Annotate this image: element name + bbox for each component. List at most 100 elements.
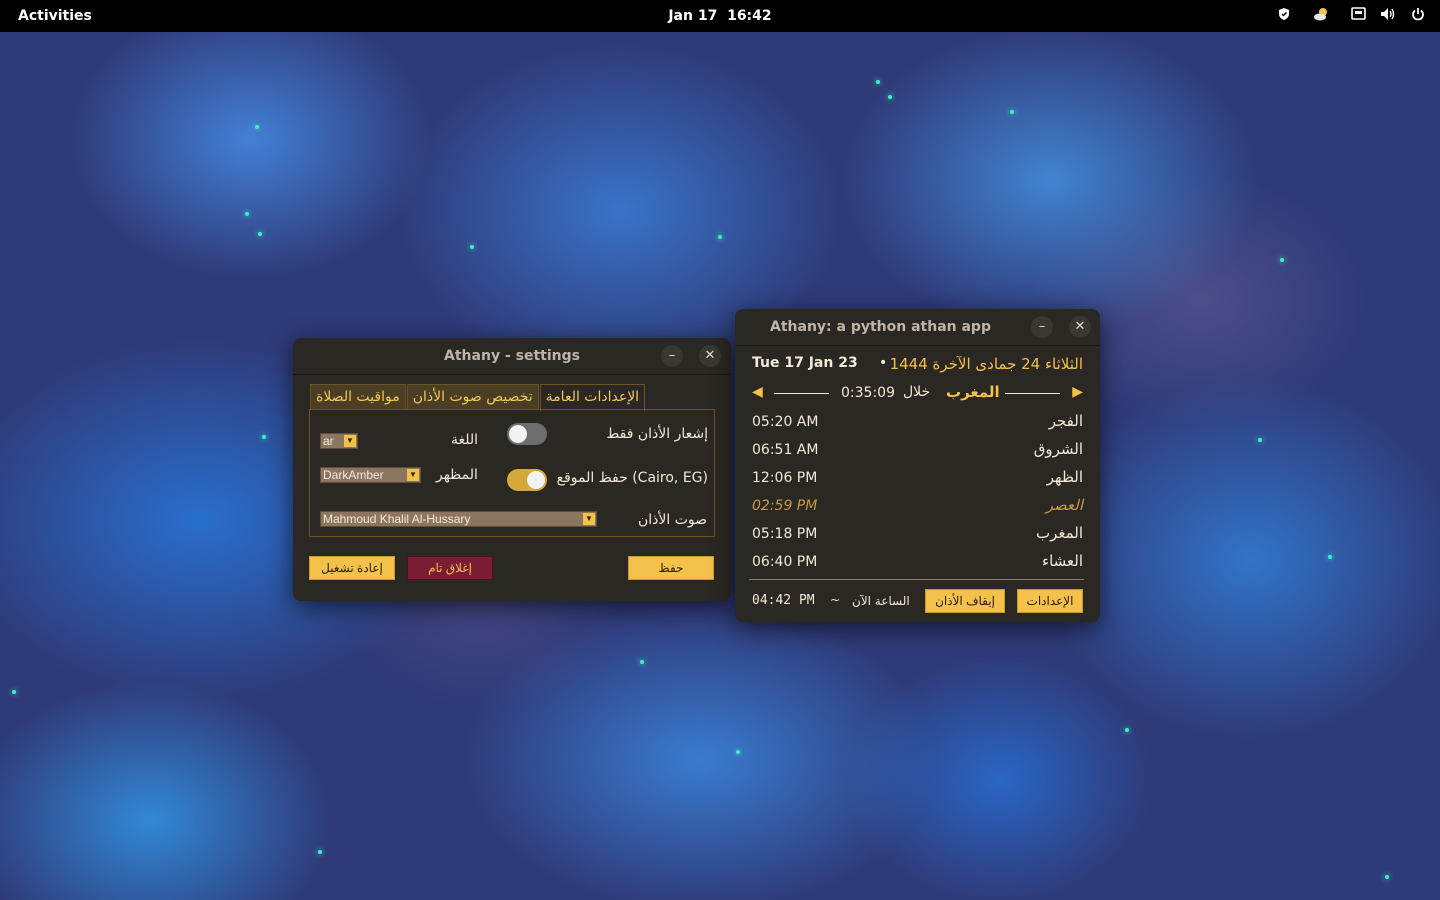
date-row: Tue 17 Jan 23 • الثلاثاء 24 جمادى الآخرة… — [752, 355, 1083, 375]
top-bar: Activities Jan 17 16:42 — [0, 0, 1440, 32]
wallpaper-dot — [1280, 258, 1284, 262]
clock: Jan 17 16:42 — [0, 0, 1440, 32]
athany-main-window: Athany: a python athan app – ✕ Tue 17 Ja… — [735, 309, 1100, 622]
weather-icon[interactable] — [1306, 6, 1336, 26]
stop-athan-button[interactable]: إيقاف الأذان — [925, 589, 1005, 613]
prayer-time: 06:40 PM — [752, 554, 818, 570]
save-location-toggle[interactable] — [507, 469, 547, 491]
save-location-label: حفظ الموقع (Cairo, EG) — [556, 470, 708, 486]
wallpaper-dot — [1385, 875, 1389, 879]
tilde: ~ — [830, 593, 841, 607]
minimize-icon: – — [668, 348, 676, 363]
prayer-row-dhuhr: 12:06 PM الظهر — [752, 466, 1083, 494]
restart-button[interactable]: إعادة تشغيل — [309, 556, 395, 580]
tab-athan-sound[interactable]: تخصيص صوت الأذان — [406, 384, 539, 410]
clock-button[interactable]: Jan 17 16:42 — [668, 8, 771, 24]
wallpaper-dot — [1258, 438, 1262, 442]
language-select[interactable]: ar ▼ — [320, 433, 358, 449]
wallpaper-dot — [1328, 555, 1332, 559]
wallpaper-dot — [876, 80, 880, 84]
prayer-time: 12:06 PM — [752, 470, 818, 486]
prayer-name: الظهر — [1046, 468, 1083, 486]
main-titlebar[interactable]: Athany: a python athan app – ✕ — [735, 309, 1100, 346]
shield-icon[interactable] — [1276, 7, 1292, 25]
athan-sound-label: صوت الأذان — [637, 512, 707, 528]
close-button[interactable]: ✕ — [1069, 316, 1091, 338]
wallpaper-dot — [262, 435, 266, 439]
now-label: الساعة الآن — [852, 594, 910, 608]
settings-button[interactable]: الإعدادات — [1017, 589, 1083, 613]
arrow-left-icon[interactable]: ◀ — [752, 384, 763, 400]
settings-tabs: الإعدادات العامة تخصيص صوت الأذان مواقيت… — [309, 384, 646, 411]
divider-line — [1005, 393, 1060, 394]
prayer-name: العشاء — [1042, 552, 1083, 570]
prayer-row-shuruq: 06:51 AM الشروق — [752, 438, 1083, 466]
settings-titlebar[interactable]: Athany - settings – ✕ — [293, 338, 731, 375]
language-label: اللغة — [451, 432, 479, 448]
arrow-right-icon[interactable]: ▶ — [1072, 384, 1083, 400]
countdown: 0:35:09 — [841, 385, 895, 401]
theme-label: المظهر — [436, 467, 478, 483]
chevron-down-icon: ▼ — [583, 513, 595, 525]
close-icon: ✕ — [1074, 319, 1086, 334]
minimize-button[interactable]: – — [661, 345, 683, 367]
prayer-time: 05:18 PM — [752, 526, 818, 542]
volume-icon[interactable] — [1380, 7, 1396, 25]
settings-window: Athany - settings – ✕ الإعدادات العامة ت… — [293, 338, 731, 601]
theme-value: DarkAmber — [323, 468, 384, 482]
toggle-knob — [527, 471, 545, 489]
tab-general-settings[interactable]: الإعدادات العامة — [539, 384, 646, 411]
tab-prayer-times[interactable]: مواقيت الصلاة — [310, 384, 406, 410]
in-label: خلال — [903, 384, 931, 400]
separator-line — [749, 579, 1084, 580]
network-icon[interactable] — [1350, 7, 1366, 25]
prayer-name: العصر — [1045, 496, 1083, 514]
save-button[interactable]: حفظ — [628, 556, 714, 580]
date-separator: • — [879, 355, 888, 371]
theme-select[interactable]: DarkAmber ▼ — [320, 467, 421, 483]
power-icon[interactable] — [1410, 7, 1426, 25]
wallpaper-dot — [318, 850, 322, 854]
wallpaper-dot — [1010, 110, 1014, 114]
next-prayer-name: المغرب — [946, 383, 1000, 401]
wallpaper-dot — [12, 690, 16, 694]
activities-button[interactable]: Activities — [18, 0, 92, 32]
prayer-name: المغرب — [1035, 524, 1083, 542]
prayer-time: 02:59 PM — [752, 498, 818, 514]
next-prayer-row: ◀ 0:35:09 خلال المغرب ▶ — [752, 383, 1083, 404]
clock-time: 16:42 — [727, 8, 772, 24]
prayer-name: الشروق — [1033, 440, 1083, 458]
gregorian-date: Tue 17 Jan 23 — [752, 355, 858, 371]
main-window-title: Athany: a python athan app — [770, 319, 991, 335]
athan-sound-select[interactable]: Mahmoud Khalil Al-Hussary ▼ — [320, 511, 597, 527]
prayer-time: 06:51 AM — [752, 442, 819, 458]
prayer-time: 05:20 AM — [752, 414, 819, 430]
toggle-knob — [509, 425, 527, 443]
divider-line — [774, 393, 829, 394]
wallpaper-dot — [470, 245, 474, 249]
wallpaper-dot — [1125, 728, 1129, 732]
prayer-row-isha: 06:40 PM العشاء — [752, 550, 1083, 578]
full-close-button[interactable]: إغلاق تام — [407, 556, 493, 580]
athan-sound-value: Mahmoud Khalil Al-Hussary — [323, 512, 471, 526]
minimize-button[interactable]: – — [1031, 316, 1053, 338]
system-tray[interactable] — [1276, 0, 1426, 32]
notify-only-toggle[interactable] — [507, 423, 547, 445]
prayer-times-list: 05:20 AM الفجر 06:51 AM الشروق 12:06 PM … — [752, 410, 1083, 578]
hijri-date: الثلاثاء 24 جمادى الآخرة 1444 — [889, 355, 1083, 373]
minimize-icon: – — [1038, 319, 1046, 334]
chevron-down-icon: ▼ — [407, 469, 419, 481]
wallpaper-dot — [258, 232, 262, 236]
language-value: ar — [323, 434, 334, 448]
notify-only-label: إشعار الأذان فقط — [606, 426, 708, 442]
prayer-row-asr: 02:59 PM العصر — [752, 494, 1083, 522]
chevron-down-icon: ▼ — [344, 435, 356, 447]
prayer-name: الفجر — [1048, 412, 1083, 430]
wallpaper-dot — [736, 750, 740, 754]
wallpaper-dot — [640, 660, 644, 664]
status-row: 04:42 PM ~ الساعة الآن إيقاف الأذان الإع… — [752, 589, 1083, 613]
close-button[interactable]: ✕ — [699, 345, 721, 367]
wallpaper-dot — [255, 125, 259, 129]
wallpaper-dot — [718, 235, 722, 239]
general-settings-panel: إشعار الأذان فقط اللغة ar ▼ حفظ الموقع (… — [309, 409, 715, 537]
